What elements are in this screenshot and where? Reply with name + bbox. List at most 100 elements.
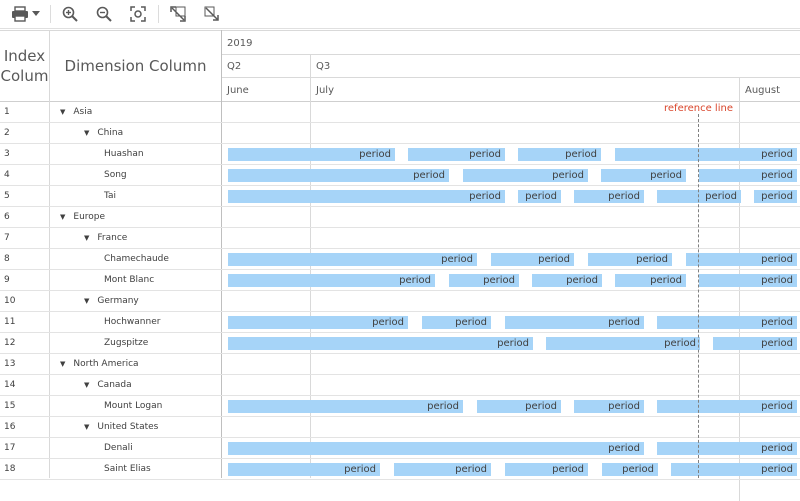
row-index: 16	[4, 422, 16, 432]
expand-toggle-icon[interactable]: ▼	[84, 423, 89, 431]
gantt-bar[interactable]: period	[491, 253, 574, 266]
gantt-bar[interactable]: period	[463, 169, 588, 182]
gantt-bar[interactable]: period	[699, 274, 797, 287]
header-bottom-border	[0, 101, 800, 102]
header-divider	[222, 54, 800, 55]
gantt-bar[interactable]: period	[422, 316, 491, 329]
gantt-bar[interactable]: period	[228, 148, 395, 161]
table-row[interactable]: ▼ Canada	[84, 380, 132, 390]
gantt-bar[interactable]: period	[615, 148, 797, 161]
printer-icon	[11, 6, 28, 22]
row-index: 11	[4, 317, 16, 327]
row-index: 14	[4, 380, 16, 390]
row-index: 18	[4, 464, 16, 474]
gantt-bar[interactable]: period	[657, 316, 797, 329]
table-row[interactable]: ▼ Germany	[84, 296, 139, 306]
row-label: Hochwanner	[104, 317, 161, 327]
expand-toggle-icon[interactable]: ▼	[84, 297, 89, 305]
row-index: 1	[4, 107, 10, 117]
gantt-bar[interactable]: period	[477, 400, 561, 413]
expand-toggle-icon[interactable]: ▼	[60, 108, 65, 116]
gantt-bar[interactable]: period	[657, 442, 797, 455]
row-index: 12	[4, 338, 16, 348]
gantt-bar[interactable]: period	[657, 190, 741, 203]
expand-toggle-icon[interactable]: ▼	[84, 129, 89, 137]
collapse-button[interactable]	[202, 3, 222, 25]
table-row[interactable]: ▼ United States	[84, 422, 158, 432]
row-label: Asia	[73, 107, 93, 117]
row-label: Denali	[104, 443, 133, 453]
gantt-bar[interactable]: period	[228, 316, 408, 329]
expand-button[interactable]	[168, 3, 188, 25]
expand-toggle-icon[interactable]: ▼	[84, 381, 89, 389]
row-divider	[0, 332, 800, 333]
row-index: 5	[4, 191, 10, 201]
gantt-bar[interactable]: period	[408, 148, 505, 161]
table-row[interactable]: ▼ France	[84, 233, 127, 243]
gantt-bar[interactable]: period	[228, 169, 449, 182]
toolbar-separator	[50, 5, 51, 23]
print-button[interactable]	[8, 3, 42, 25]
gantt-bar[interactable]: period	[394, 463, 491, 476]
row-divider	[0, 479, 800, 480]
row-label: Zugspitze	[104, 338, 149, 348]
gantt-bar[interactable]: period	[505, 316, 644, 329]
gantt-bar[interactable]: period	[228, 400, 463, 413]
row-divider	[0, 374, 800, 375]
gantt-bar[interactable]: period	[713, 337, 797, 350]
gantt-bar[interactable]: period	[532, 274, 602, 287]
gantt-bar[interactable]: period	[686, 253, 797, 266]
table-row[interactable]: ▼ Europe	[60, 212, 105, 222]
table-row: Chamechaude	[104, 254, 169, 264]
fit-screen-button[interactable]	[128, 3, 148, 25]
row-divider	[0, 395, 800, 396]
gantt-bar[interactable]: period	[228, 337, 533, 350]
gantt-bar[interactable]: period	[657, 400, 797, 413]
table-row[interactable]: ▼ China	[84, 128, 123, 138]
gantt-bar[interactable]: period	[505, 463, 588, 476]
row-divider	[0, 290, 800, 291]
row-divider	[0, 122, 800, 123]
gantt-bar[interactable]: period	[228, 190, 505, 203]
table-row[interactable]: ▼ Asia	[60, 107, 92, 117]
gantt-bar[interactable]: period	[228, 253, 477, 266]
gantt-bar[interactable]: period	[546, 337, 700, 350]
month-header-august: August	[745, 85, 780, 96]
row-index: 9	[4, 275, 10, 285]
row-index: 13	[4, 359, 16, 369]
gantt-bar[interactable]: period	[518, 148, 601, 161]
gantt-bar[interactable]: period	[615, 274, 686, 287]
gantt-bar[interactable]: period	[228, 442, 644, 455]
dimension-column-header[interactable]: Dimension Column	[50, 30, 221, 101]
gantt-bar[interactable]: period	[518, 190, 561, 203]
gantt-bar[interactable]: period	[228, 463, 380, 476]
gantt-bar[interactable]: period	[754, 190, 797, 203]
expand-toggle-icon[interactable]: ▼	[60, 213, 65, 221]
gantt-bar[interactable]: period	[601, 169, 686, 182]
zoom-out-button[interactable]	[94, 3, 114, 25]
index-column-border	[49, 30, 50, 478]
table-row: Mount Logan	[104, 401, 162, 411]
month-header-june: June	[227, 85, 249, 96]
gantt-bar[interactable]: period	[588, 253, 672, 266]
gantt-bar[interactable]: period	[602, 463, 658, 476]
index-column-header[interactable]: Index Colum	[0, 30, 49, 101]
reference-line	[698, 114, 699, 478]
row-label: Huashan	[104, 149, 144, 159]
gantt-bar[interactable]: period	[671, 463, 797, 476]
expand-toggle-icon[interactable]: ▼	[60, 360, 65, 368]
gantt-bar[interactable]: period	[449, 274, 519, 287]
expand-icon	[170, 6, 186, 22]
gantt-bar[interactable]: period	[228, 274, 435, 287]
row-divider	[0, 458, 800, 459]
row-label: Saint Elias	[104, 464, 151, 474]
fit-screen-icon	[130, 6, 146, 22]
zoom-out-icon	[96, 6, 112, 22]
gantt-bar[interactable]: period	[699, 169, 797, 182]
gantt-bar[interactable]: period	[574, 190, 644, 203]
expand-toggle-icon[interactable]: ▼	[84, 234, 89, 242]
table-row: Hochwanner	[104, 317, 160, 327]
gantt-bar[interactable]: period	[574, 400, 644, 413]
table-row[interactable]: ▼ North America	[60, 359, 139, 369]
zoom-in-button[interactable]	[60, 3, 80, 25]
